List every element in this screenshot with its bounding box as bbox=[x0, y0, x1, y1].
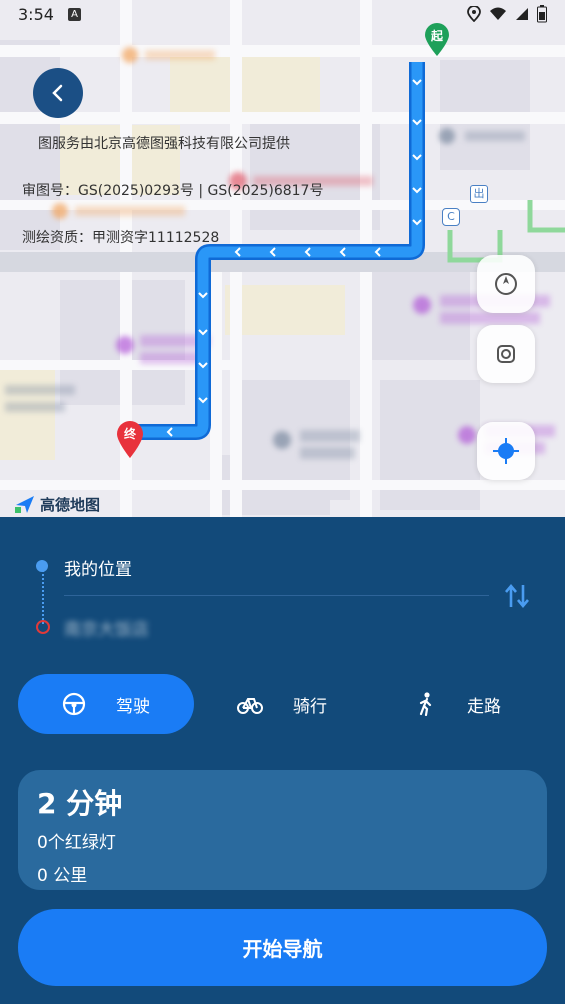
destination-field[interactable]: 南京大饭店 bbox=[64, 615, 149, 640]
map-view[interactable]: 出 C 起 终 图服务由北京高德图强科技有限公司提供 审图号：GS(2025)0… bbox=[0, 0, 565, 517]
swap-button[interactable] bbox=[503, 583, 533, 609]
route-connector bbox=[42, 570, 44, 624]
swap-icon bbox=[505, 583, 529, 609]
origin-dot bbox=[36, 560, 48, 572]
tab-bike-label: 骑行 bbox=[293, 696, 327, 717]
location-icon bbox=[467, 6, 481, 22]
amap-logo-icon bbox=[15, 496, 34, 513]
tab-bike[interactable]: 骑行 bbox=[194, 674, 370, 734]
tab-drive[interactable]: 驾驶 bbox=[18, 674, 194, 734]
compass-icon bbox=[495, 273, 517, 295]
signal-icon bbox=[516, 8, 528, 20]
tab-walk-label: 走路 bbox=[467, 696, 501, 717]
traffic-lights-count: 0个红绿灯 bbox=[37, 833, 116, 853]
locate-button[interactable] bbox=[477, 422, 535, 480]
wifi-icon bbox=[490, 7, 506, 20]
end-marker-label: 终 bbox=[123, 427, 136, 441]
origin-field[interactable]: 我的位置 bbox=[64, 555, 132, 580]
divider bbox=[64, 595, 489, 596]
start-navigation-button[interactable]: 开始导航 bbox=[18, 909, 547, 986]
map-copyright-line: 测绘资质：甲测资字11112528 bbox=[22, 230, 220, 246]
sim-icon: A bbox=[68, 8, 81, 21]
end-marker: 终 bbox=[115, 420, 145, 464]
route-duration: 2 分钟 bbox=[37, 787, 123, 820]
destination-dot bbox=[36, 620, 50, 634]
locate-icon bbox=[493, 438, 519, 464]
steering-wheel-icon bbox=[62, 692, 86, 716]
amap-logo: 高德地图 bbox=[14, 493, 100, 515]
route-summary-card[interactable]: 2 分钟 0个红绿灯 0 公里 bbox=[18, 770, 547, 890]
walking-icon bbox=[419, 692, 432, 716]
back-button[interactable] bbox=[33, 68, 83, 118]
battery-icon bbox=[537, 5, 547, 23]
tab-drive-label: 驾驶 bbox=[116, 696, 150, 717]
layers-icon bbox=[497, 345, 515, 363]
map-copyright-line: 审图号：GS(2025)0293号 | GS(2025)6817号 bbox=[22, 183, 324, 199]
compass-button[interactable] bbox=[477, 255, 535, 313]
route-distance: 0 公里 bbox=[37, 866, 88, 886]
chevron-left-icon bbox=[52, 84, 63, 102]
layers-button[interactable] bbox=[477, 325, 535, 383]
bicycle-icon bbox=[237, 698, 263, 714]
status-time: 3:54 bbox=[18, 5, 54, 24]
status-bar: 3:54 A bbox=[0, 0, 565, 32]
tab-walk[interactable]: 走路 bbox=[370, 674, 546, 734]
amap-logo-text: 高德地图 bbox=[40, 495, 101, 514]
map-copyright-line: 图服务由北京高德图强科技有限公司提供 bbox=[38, 136, 290, 152]
